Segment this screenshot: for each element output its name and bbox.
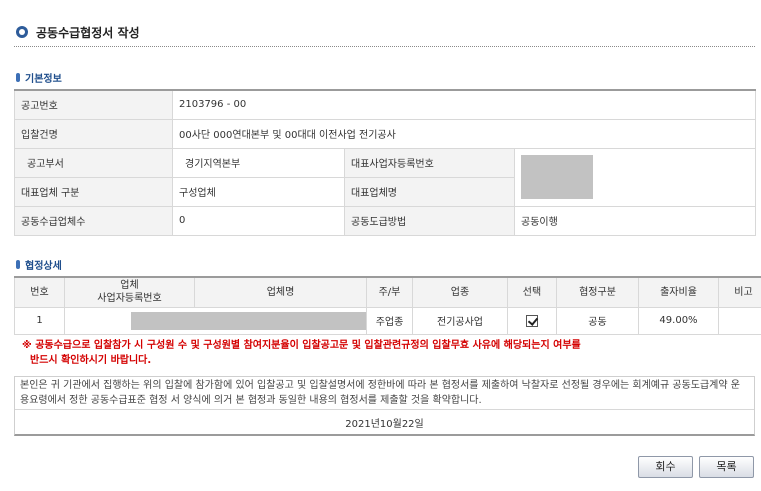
bid-name-label: 입찰건명 <box>14 118 173 149</box>
rep-masked-cell <box>513 147 757 207</box>
agreement-text: 본인은 귀 기관에서 집행하는 위의 입찰에 참가함에 있어 입찰공고 및 입찰… <box>20 380 740 406</box>
agreement-box: 본인은 귀 기관에서 집행하는 위의 입찰에 참가함에 있어 입찰공고 및 입찰… <box>14 376 755 436</box>
joint-count-label: 공동수급업체수 <box>14 205 173 236</box>
basic-info-table: 공고번호 2103796 - 00 입찰건명 00사단 000연대본부 및 00… <box>14 89 757 236</box>
rep-company-type-label: 대표업체 구분 <box>14 176 173 207</box>
notice-no-value: 2103796 - 00 <box>171 89 757 120</box>
circle-bullet-icon <box>16 26 28 38</box>
col-company-line2: 사업자등록번호 <box>97 293 162 305</box>
row-masked-cell <box>64 306 367 335</box>
rep-regno-label: 대표사업자등록번호 <box>344 147 515 178</box>
col-no: 번호 <box>14 276 65 308</box>
masked-company <box>131 311 366 330</box>
warning-line1: ※ 공동수급으로 입찰참가 시 구성원 수 및 구성원별 참여지분율이 입찰공고… <box>22 340 581 351</box>
rep-company-name-label: 대표업체명 <box>344 176 515 207</box>
detail-table: 번호 업체 사업자등록번호 업체명 주/부 업종 선택 협정구분 출자비율 비고… <box>14 276 761 335</box>
warning-line2: 반드시 확인하시기 바랍니다. <box>30 355 152 366</box>
col-company-name: 업체명 <box>194 276 367 308</box>
agreement-date: 2021년10월22일 <box>345 419 424 430</box>
col-company-regno: 업체 사업자등록번호 <box>64 276 195 308</box>
page-title: 공동수급협정서 작성 <box>36 25 140 40</box>
masked-info <box>521 155 593 199</box>
withdraw-button[interactable]: 회수 <box>638 456 693 478</box>
row-remarks <box>718 306 761 335</box>
detail-title: 협정상세 <box>25 261 62 272</box>
table-row: 1 주업종 전기공사업 공동 49.00% <box>14 306 761 335</box>
row-select-cell <box>507 306 557 335</box>
dept-value: 경기지역본부 <box>172 147 345 178</box>
warning-notice: ※ 공동수급으로 입찰참가 시 구성원 수 및 구성원별 참여지분율이 입찰공고… <box>22 338 662 368</box>
basic-info-title: 기본정보 <box>25 74 62 85</box>
agreement-divider <box>15 409 754 410</box>
col-main-sub: 주/부 <box>366 276 413 308</box>
row-ratio: 49.00% <box>638 306 719 335</box>
col-ratio: 출자비율 <box>638 276 719 308</box>
detail-heading: 협정상세 <box>16 257 62 272</box>
section-bar-icon <box>16 260 20 269</box>
col-agreement-type: 협정구분 <box>556 276 639 308</box>
dept-label: 공고부서 <box>14 147 173 178</box>
col-company-line1: 업체 <box>120 280 139 292</box>
basic-info-heading: 기본정보 <box>16 70 62 85</box>
row-industry: 전기공사업 <box>412 306 508 335</box>
col-industry: 업종 <box>412 276 508 308</box>
page-header: 공동수급협정서 작성 <box>16 22 140 42</box>
list-button[interactable]: 목록 <box>699 456 754 478</box>
section-bar-icon <box>16 73 20 82</box>
notice-no-label: 공고번호 <box>14 89 173 120</box>
row-no: 1 <box>14 306 65 335</box>
joint-method-value: 공동이행 <box>513 205 757 236</box>
rep-company-type-value: 구성업체 <box>172 176 345 207</box>
bid-name-value: 00사단 000연대본부 및 00대대 이전사업 전기공사 <box>171 118 757 149</box>
joint-method-label: 공동도급방법 <box>344 205 515 236</box>
col-select: 선택 <box>507 276 557 308</box>
select-checkbox[interactable] <box>526 314 538 327</box>
header-divider <box>14 46 755 47</box>
row-agreement-type: 공동 <box>556 306 639 335</box>
joint-count-value: 0 <box>172 205 345 236</box>
row-main-sub: 주업종 <box>366 306 413 335</box>
col-remarks: 비고 <box>718 276 761 308</box>
